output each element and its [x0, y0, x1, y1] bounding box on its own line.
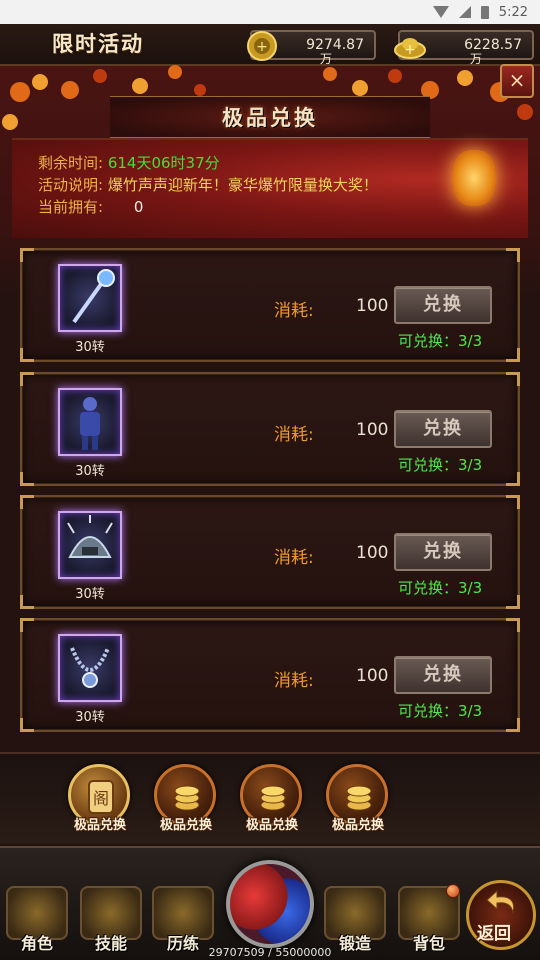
tab-label: 极品兑换: [73, 818, 126, 833]
nav-bag[interactable]: 背包: [396, 856, 462, 953]
remaining-label: 剩余时间:: [38, 154, 104, 172]
gold-ingot-icon: +: [394, 38, 426, 59]
close-button[interactable]: ×: [500, 64, 534, 98]
exchange-item-row: 30转 消耗: 100 兑换 可兑换：3/3: [20, 618, 520, 732]
experience-readout: 29707509 / 55000000: [208, 946, 332, 959]
nav-training[interactable]: 历练: [150, 856, 216, 953]
svg-text:+: +: [404, 42, 416, 58]
nav-skills[interactable]: 技能: [78, 856, 144, 953]
cost-label: 消耗:: [274, 425, 314, 445]
exchange-button[interactable]: 兑换: [394, 656, 492, 694]
item-tier: 30转: [75, 587, 105, 602]
ingot-currency[interactable]: + 6228.57: [394, 30, 534, 60]
top-header: 限时活动 + 9274.87 万 + 6228.57 万: [0, 24, 540, 66]
coin-stack-icon: [174, 785, 200, 811]
remaining-exchanges: 可兑换：3/3: [398, 332, 483, 350]
cost-value: 100: [356, 543, 389, 563]
helmet-icon[interactable]: [58, 511, 122, 579]
owned-value: 0: [133, 198, 144, 216]
remaining-exchanges: 可兑换：3/3: [398, 456, 483, 474]
notification-dot: [446, 884, 460, 898]
return-button[interactable]: 返回: [466, 880, 536, 950]
signal-icon: [458, 6, 471, 18]
remaining-time-line: 剩余时间: 614天06时37分: [38, 152, 220, 173]
tab-label: 极品兑换: [331, 818, 384, 833]
return-arrow-icon: [486, 889, 515, 914]
lantern-icon: [452, 150, 496, 206]
tab-label: 极品兑换: [159, 818, 212, 833]
event-title: 限时活动: [52, 32, 144, 56]
return-label: 返回: [477, 924, 511, 944]
gold-unit: 万: [320, 52, 333, 66]
exchange-button[interactable]: 兑换: [394, 533, 492, 571]
clock: 5:22: [498, 4, 528, 20]
wifi-icon: [432, 6, 449, 18]
tab-premium-exchange[interactable]: 阁 极品兑换: [62, 758, 138, 838]
cost-value: 100: [356, 420, 389, 440]
armor-figure-icon[interactable]: [58, 388, 122, 456]
cost-label: 消耗:: [274, 548, 314, 568]
item-tier: 30转: [75, 340, 105, 355]
svg-text:阁: 阁: [93, 789, 109, 808]
nav-forge[interactable]: 锻造: [322, 856, 388, 953]
coin-stack-icon: [260, 785, 286, 811]
staff-icon[interactable]: [58, 264, 122, 332]
cost-value: 100: [356, 296, 389, 316]
description-label: 活动说明:: [38, 176, 104, 194]
cost-label: 消耗:: [274, 671, 314, 691]
tab-premium-exchange[interactable]: 极品兑换: [234, 758, 310, 838]
coin-stack-icon: [346, 785, 372, 811]
subtitle-banner: 极品兑换: [110, 96, 430, 138]
cost-label: 消耗:: [274, 301, 314, 321]
item-tier: 30转: [75, 710, 105, 725]
tab-label: 极品兑换: [245, 818, 298, 833]
description-value: 爆竹声声迎新年！豪华爆竹限量换大奖！: [107, 176, 378, 194]
subtitle: 极品兑换: [222, 106, 318, 130]
remaining-exchanges: 可兑换：3/3: [398, 702, 483, 720]
exchange-button[interactable]: 兑换: [394, 410, 492, 448]
emblem-icon: 阁: [88, 780, 114, 814]
status-bar: 5:22: [0, 0, 540, 24]
necklace-icon[interactable]: [58, 634, 122, 702]
ingot-unit: 万: [470, 52, 483, 66]
remaining-value: 614天06时37分: [107, 154, 220, 172]
remaining-exchanges: 可兑换：3/3: [398, 579, 483, 597]
tab-premium-exchange[interactable]: 极品兑换: [320, 758, 396, 838]
owned-line: 当前拥有: 0: [38, 196, 143, 217]
description-line: 活动说明: 爆竹声声迎新年！豪华爆竹限量换大奖！: [38, 174, 378, 195]
exchange-item-row: 30转 消耗: 100 兑换 可兑换：3/3: [20, 372, 520, 486]
exchange-item-row: 30转 消耗: 100 兑换 可兑换：3/3: [20, 495, 520, 609]
event-info-box: 剩余时间: 614天06时37分 活动说明: 爆竹声声迎新年！豪华爆竹限量换大奖…: [12, 138, 528, 238]
battery-icon: [480, 5, 489, 19]
exchange-button[interactable]: 兑换: [394, 286, 492, 324]
owned-label: 当前拥有:: [38, 198, 104, 216]
gold-coin-icon: +: [247, 31, 277, 61]
nav-character[interactable]: 角色: [4, 856, 70, 953]
cost-value: 100: [356, 666, 389, 686]
gold-value: 9274.87: [306, 37, 364, 53]
item-tier: 30转: [75, 464, 105, 479]
health-mana-orb[interactable]: [226, 860, 314, 948]
tab-premium-exchange[interactable]: 极品兑换: [148, 758, 224, 838]
exchange-item-row: 30转 消耗: 100 兑换 可兑换：3/3: [20, 248, 520, 362]
gold-currency[interactable]: + 9274.87: [247, 30, 376, 61]
svg-text:+: +: [256, 39, 268, 55]
